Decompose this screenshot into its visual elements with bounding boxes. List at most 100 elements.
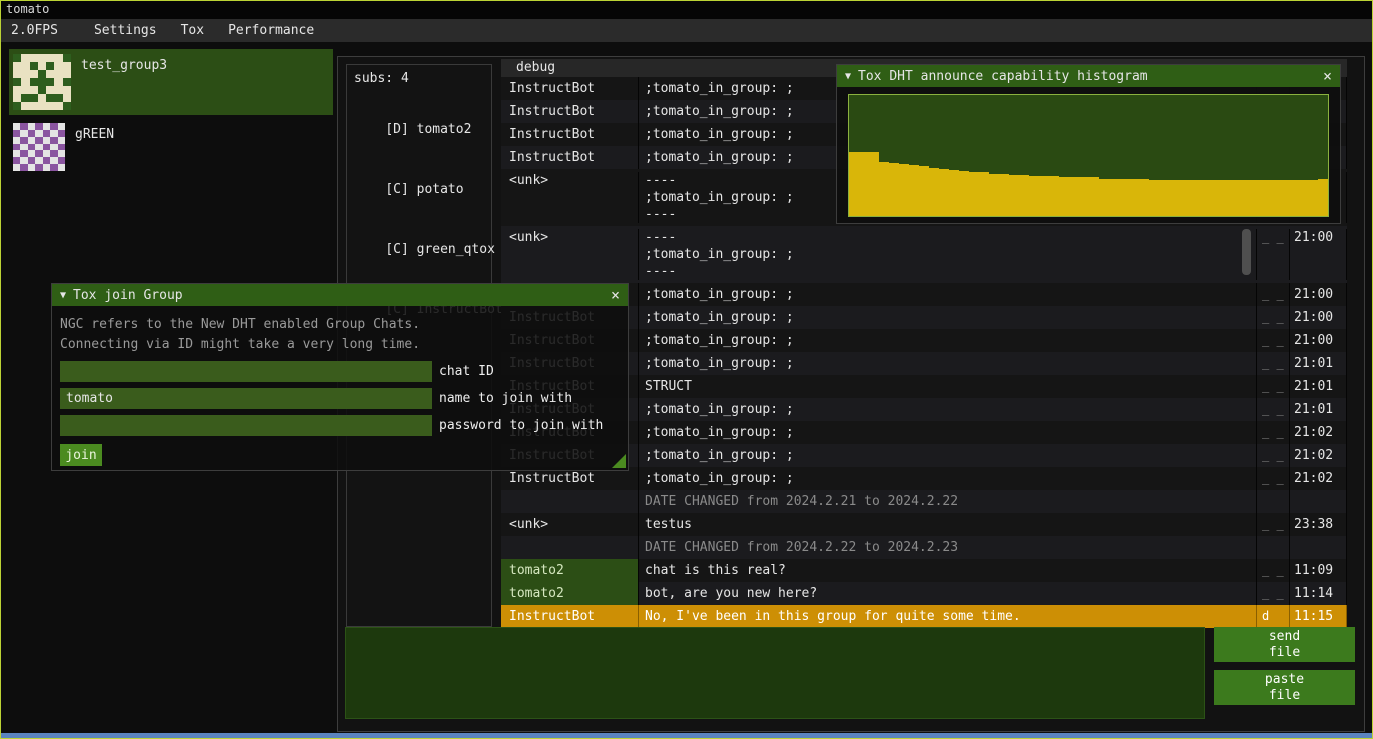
message-text: ;tomato_in_group: ; (639, 329, 1257, 352)
message-status: _ _ (1257, 513, 1290, 536)
message-sender: <unk> (501, 172, 639, 223)
member-name: potato (417, 182, 464, 197)
join-group-window: ▼ Tox join Group × NGC refers to the New… (51, 283, 629, 471)
dht-histogram-window: ▼ Tox DHT announce capability histogram … (836, 64, 1341, 224)
chat-message-row[interactable]: tomato2 chat is this real? _ _ 11:09 (501, 559, 1347, 582)
message-text: STRUCT (639, 375, 1257, 398)
join-name-input[interactable]: tomato (60, 388, 432, 409)
message-sender: tomato2 (501, 582, 639, 605)
message-text: ;tomato_in_group: ; (639, 421, 1257, 444)
menu-item-settings[interactable]: Settings (82, 23, 169, 38)
contact-name: gREEN (75, 123, 114, 177)
empty-time-cell (1290, 490, 1347, 513)
join-field-label: chat ID (439, 364, 494, 379)
collapse-arrow-icon[interactable]: ▼ (845, 71, 851, 82)
message-time: 11:14 (1290, 582, 1347, 605)
chat-message-row[interactable]: tomato2 bot, are you new here? _ _ 11:14 (501, 582, 1347, 605)
date-changed-text: DATE CHANGED from 2024.2.22 to 2024.2.23 (639, 536, 1257, 559)
histogram-body (837, 87, 1340, 224)
contact-item-gREEN[interactable]: gREEN (9, 118, 333, 182)
window-title: tomato (6, 2, 49, 16)
chat-message-row[interactable]: InstructBot No, I've been in this group … (501, 605, 1347, 628)
message-time: 21:00 (1290, 283, 1347, 306)
message-time: 21:01 (1290, 398, 1347, 421)
member-name: green_qtox (417, 242, 495, 257)
message-composer-input[interactable] (345, 627, 1205, 719)
chat-scrollbar[interactable] (1242, 229, 1251, 275)
join-button[interactable]: join (60, 444, 102, 466)
contact-name: test_group3 (81, 54, 167, 110)
message-time: 21:00 (1290, 306, 1347, 329)
message-time: 21:02 (1290, 467, 1347, 490)
debug-label: debug (516, 60, 555, 75)
message-time: 21:00 (1290, 329, 1347, 352)
message-status: _ _ (1257, 559, 1290, 582)
message-sender: InstructBot (501, 605, 639, 628)
message-sender: InstructBot (501, 146, 639, 169)
member-item-green_qtox[interactable]: [C] green_qtox (354, 220, 484, 280)
join-field-label: password to join with (439, 418, 603, 433)
message-sender: InstructBot (501, 123, 639, 146)
join-fields: chat ID tomato name to join with passwor… (60, 361, 620, 436)
join-field-value: tomato (66, 391, 113, 406)
send-file-button[interactable]: send file (1214, 627, 1355, 662)
histogram-titlebar[interactable]: ▼ Tox DHT announce capability histogram … (837, 65, 1340, 87)
resize-grip[interactable] (612, 454, 626, 468)
message-status: _ _ (1257, 467, 1290, 490)
message-status: _ _ (1257, 444, 1290, 467)
message-time: 21:01 (1290, 352, 1347, 375)
message-sender: InstructBot (501, 77, 639, 100)
empty-time-cell (1290, 536, 1347, 559)
join-group-title: Tox join Group (73, 288, 183, 303)
window-bottom-edge (1, 733, 1372, 738)
message-time: 23:38 (1290, 513, 1347, 536)
date-changed-row: DATE CHANGED from 2024.2.21 to 2024.2.22 (501, 490, 1347, 513)
join-field-row: password to join with (60, 415, 620, 436)
histogram-title: Tox DHT announce capability histogram (858, 69, 1148, 84)
message-time: 21:02 (1290, 421, 1347, 444)
paste-file-button[interactable]: paste file (1214, 670, 1355, 705)
empty-sender-cell (501, 536, 639, 559)
connect-info-line: Connecting via ID might take a very long… (60, 335, 620, 355)
join-field-row: tomato name to join with (60, 388, 620, 409)
join-field-row: chat ID (60, 361, 620, 382)
close-icon[interactable]: × (611, 286, 620, 304)
message-text: ;tomato_in_group: ; (639, 283, 1257, 306)
message-text: ;tomato_in_group: ; (639, 398, 1257, 421)
chat-message-row[interactable]: <unk> testus _ _ 23:38 (501, 513, 1347, 536)
message-sender: tomato2 (501, 559, 639, 582)
member-connection-type: [D] (385, 122, 416, 137)
empty-sender-cell (501, 490, 639, 513)
message-sender: InstructBot (501, 100, 639, 123)
contact-avatar (13, 123, 65, 171)
member-item-tomato2[interactable]: [D] tomato2 (354, 100, 484, 160)
subs-count: subs: 4 (354, 71, 484, 86)
message-status: _ _ (1257, 329, 1290, 352)
menu-item-performance[interactable]: Performance (216, 23, 326, 38)
join-field-label: name to join with (439, 391, 572, 406)
chat-message-row[interactable]: <unk> ----;tomato_in_group: ;---- _ _ 21… (501, 226, 1347, 283)
collapse-arrow-icon[interactable]: ▼ (60, 290, 66, 301)
message-text: ----;tomato_in_group: ;---- (639, 229, 1257, 280)
window-titlebar[interactable]: tomato (1, 1, 1372, 19)
message-sender: <unk> (501, 513, 639, 536)
close-icon[interactable]: × (1323, 67, 1332, 85)
message-text: No, I've been in this group for quite so… (639, 605, 1257, 628)
join-password-input[interactable] (60, 415, 432, 436)
join-group-titlebar[interactable]: ▼ Tox join Group × (52, 284, 628, 306)
contact-item-test_group3[interactable]: test_group3 (9, 49, 333, 115)
message-status: _ _ (1257, 582, 1290, 605)
message-time: 21:02 (1290, 444, 1347, 467)
message-status: _ _ (1257, 421, 1290, 444)
chat-id-input[interactable] (60, 361, 432, 382)
message-status: _ _ (1257, 398, 1290, 421)
menu-item-tox[interactable]: Tox (169, 23, 216, 38)
message-text: ;tomato_in_group: ; (639, 306, 1257, 329)
message-text: bot, are you new here? (639, 582, 1257, 605)
message-status: _ _ (1257, 306, 1290, 329)
message-text: ;tomato_in_group: ; (639, 444, 1257, 467)
message-status: _ _ (1257, 375, 1290, 398)
member-item-potato[interactable]: [C] potato (354, 160, 484, 220)
member-name: tomato2 (417, 122, 472, 137)
message-time: 11:09 (1290, 559, 1347, 582)
